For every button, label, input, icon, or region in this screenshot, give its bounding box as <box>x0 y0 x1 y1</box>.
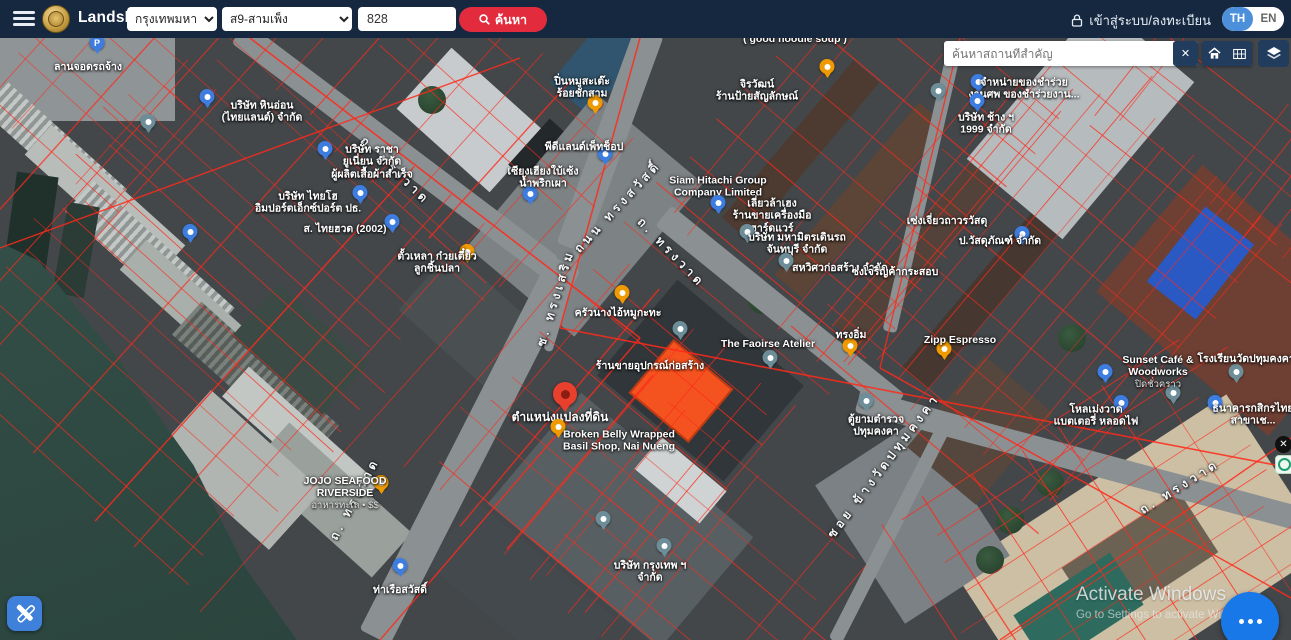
lang-en-button[interactable]: EN <box>1253 7 1284 31</box>
map-control-group <box>1202 41 1252 66</box>
search-button[interactable]: ค้นหา <box>459 7 547 32</box>
map-pin[interactable] <box>183 224 198 239</box>
map-place-label[interactable]: Broken Belly Wrapped Basil Shop, Nai Nue… <box>563 429 675 454</box>
map-place-label[interactable]: ป.วัสดุภัณฑ์ จำกัด <box>959 235 1041 247</box>
map-place-label[interactable]: ( good noodle soup ) <box>743 38 847 45</box>
satellite-map-canvas[interactable]: ✕ ✕ <box>0 38 1291 640</box>
map-place-label[interactable]: ครัวนางไอ้หมูกะทะ <box>575 307 662 319</box>
parcel-boundary-overlay <box>0 38 1291 640</box>
map-pin[interactable] <box>970 93 985 108</box>
map-place-label[interactable]: บริษัท ช้าง ฯ 1999 จำกัด <box>958 112 1014 137</box>
login-register-link[interactable]: เข้าสู่ระบบ/ลงทะเบียน <box>1071 10 1211 31</box>
place-search-input[interactable] <box>944 47 1173 61</box>
place-search-box: ✕ <box>944 41 1198 66</box>
layers-icon <box>1266 46 1282 61</box>
map-pin[interactable] <box>393 558 408 573</box>
map-pin[interactable] <box>385 214 400 229</box>
map-pin[interactable] <box>859 393 874 408</box>
map-place-label[interactable]: บริษัท หินอ่อน (ไทยแลนด์) จำกัด <box>222 100 303 125</box>
search-button-label: ค้นหา <box>495 10 527 30</box>
map-place-label[interactable]: โหลเม่งวาด แบตเตอรี่ หลอดไฟ <box>1054 404 1139 429</box>
lang-th-button[interactable]: TH <box>1222 7 1253 31</box>
map-sheet-select[interactable]: ส9-สามเพ็ง <box>222 7 352 31</box>
hamburger-menu-icon[interactable] <box>13 11 35 27</box>
map-pin[interactable] <box>931 83 946 98</box>
map-place-label[interactable]: ตั้วเหลา ก๋วยเตี๋ยว ลูกชิ้นปลา <box>397 251 476 276</box>
app-topbar: LandsMaps กรุงเทพมหานคร ส9-สามเพ็ง ค้นหา… <box>0 0 1291 38</box>
selected-parcel-marker[interactable] <box>553 382 577 406</box>
map-place-label[interactable]: ทรงอิ่ม <box>836 329 867 341</box>
map-pin[interactable] <box>1229 364 1244 379</box>
close-panel-icon[interactable]: ✕ <box>1275 436 1291 453</box>
map-pin[interactable] <box>1098 364 1113 379</box>
map-pin[interactable] <box>657 538 672 553</box>
map-place-label[interactable]: จิรวัฒน์ ร้านป้ายสัญลักษณ์ <box>716 79 798 104</box>
map-place-label[interactable]: บริษัท มหามิตรเดินรถ จันทบุรี จำกัด <box>748 232 846 257</box>
map-place-label[interactable]: JOJO SEAFOOD RIVERSIDEอาหารทะเล • $$ <box>304 475 387 511</box>
map-pin[interactable] <box>200 89 215 104</box>
map-place-label[interactable]: ส. ไทยฮวด (2002) <box>304 223 387 235</box>
map-pin[interactable] <box>820 59 835 74</box>
province-select[interactable]: กรุงเทพมหานคร <box>127 7 217 31</box>
map-place-label[interactable]: Zipp Espresso <box>924 334 996 346</box>
map-place-label[interactable]: พีดีแลนด์เพ็ทช็อป <box>545 141 623 153</box>
map-pin[interactable] <box>615 285 630 300</box>
map-place-label[interactable]: เซ่งเจี่ยวถาวรวัสดุ <box>907 215 988 227</box>
three-dots-icon <box>1239 619 1244 624</box>
streetview-toggle-icon[interactable] <box>1275 455 1291 474</box>
grid-sheet-button[interactable] <box>1227 41 1252 66</box>
map-place-label[interactable]: ท่าเรือสวัสดิ์ <box>373 584 427 596</box>
map-place-label[interactable]: The Faoirse Atelier <box>721 338 815 350</box>
grid-icon <box>1233 48 1246 60</box>
lands-department-logo <box>42 5 70 33</box>
map-place-label[interactable]: ตู้ยามตำรวจ ปทุมคงคา <box>848 414 904 439</box>
map-place-label[interactable]: บริษัท กรุงเทพ ฯ จำกัด <box>614 560 686 585</box>
map-pin[interactable] <box>711 195 726 210</box>
home-button[interactable] <box>1202 41 1227 66</box>
map-place-label[interactable]: บริษัท ไทยโฮ อิมปอร์ตเอ็กซ์ปอร์ต ปธ. <box>255 191 361 216</box>
map-pin[interactable] <box>673 321 688 336</box>
login-register-label: เข้าสู่ระบบ/ลงทะเบียน <box>1089 10 1211 31</box>
map-place-label[interactable]: ปิ่นหมูสะเต๊ะ ร้อยชักสาม <box>554 76 610 101</box>
language-toggle: TH EN <box>1222 7 1284 31</box>
measure-tools-button[interactable] <box>7 596 42 631</box>
map-place-label[interactable]: ธนาคารกสิกรไทย สาขาเช... <box>1212 403 1291 428</box>
map-pin[interactable] <box>141 114 156 129</box>
clear-search-button[interactable]: ✕ <box>1173 41 1198 66</box>
parcel-number-input[interactable] <box>358 7 456 31</box>
map-place-label[interactable]: โรงเรียนวัดปทุมคงคา <box>1197 353 1291 365</box>
map-place-label[interactable]: ลานจอดรถจ้าง <box>54 61 122 73</box>
map-place-label[interactable]: ซ่งเจริญค้ากระสอบ <box>852 266 939 278</box>
home-icon <box>1208 47 1221 60</box>
map-pin[interactable] <box>596 511 611 526</box>
map-place-label[interactable]: ร้านขายอุปกรณ์ก่อสร้าง <box>596 360 704 372</box>
map-pin[interactable] <box>763 350 778 365</box>
map-place-label[interactable]: จำหน่ายของชำร่วย งานศพ ของชำร่วยงาน... <box>969 77 1080 102</box>
lock-icon <box>1071 14 1083 27</box>
search-icon <box>479 14 490 25</box>
map-pin[interactable]: P <box>90 38 105 50</box>
measure-tools-icon <box>15 604 35 624</box>
map-place-label[interactable]: เซียงเฮียงใบ้เซ้ง น้ำพริกเผา <box>508 166 579 191</box>
map-place-label[interactable]: บริษัท ราชา ยูเนี่ยน จำกัด ผู้ผลิตเสื้อผ… <box>331 143 413 180</box>
map-place-label[interactable]: Sunset Café & Woodworksปิดชั่วคราว <box>1122 354 1193 390</box>
layers-button[interactable] <box>1258 40 1289 67</box>
